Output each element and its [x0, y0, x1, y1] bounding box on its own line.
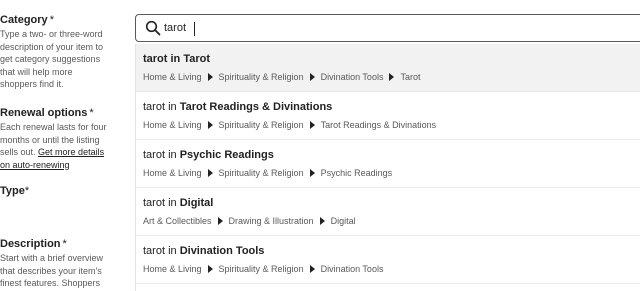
required-mark: * [62, 238, 67, 250]
required-mark: * [49, 14, 54, 26]
caret-right-icon [207, 169, 213, 177]
suggestion-prefix: tarot in [143, 53, 184, 65]
category-search-input[interactable] [164, 18, 624, 38]
renewal-help: Each renewal lasts for four months or un… [0, 121, 112, 171]
description-field-info: Description * Start with a brief overview… [0, 237, 112, 290]
path-segment: Spirituality & Religion [218, 72, 304, 82]
path-segment: Art & Collectibles [143, 216, 212, 226]
path-segment: Home & Living [143, 264, 202, 274]
path-segment: Spirituality & Religion [218, 264, 304, 274]
suggestion-item[interactable]: tarot in Tarot Readings & Divinations Ho… [136, 92, 640, 140]
path-segment: Tarot Readings & Divinations [320, 120, 437, 130]
suggestion-item[interactable]: tarot in Divination Tools Home & Living … [136, 236, 640, 284]
category-title: Category * [0, 13, 112, 27]
suggestion-prefix: tarot in [143, 101, 180, 113]
type-field-info: Type* [0, 184, 112, 198]
path-segment: Divination Tools [320, 72, 384, 82]
category-suggestions-list: tarot in Tarot Home & Living Spiritualit… [135, 44, 640, 291]
suggestion-item[interactable]: tarot in Digital Art & Collectibles Draw… [136, 188, 640, 236]
suggestion-category: Tarot Readings & Divinations [179, 101, 333, 113]
caret-right-icon [207, 121, 213, 129]
suggestion-category: Digital [179, 197, 214, 209]
required-mark: * [24, 185, 30, 197]
listing-form-page: Category * Type a two- or three-word desc… [0, 0, 640, 291]
path-segment: Digital [330, 216, 356, 226]
suggestion-item[interactable]: tarot in Psychic Readings Home & Living … [136, 140, 640, 188]
path-segment: Drawing & Illustration [228, 216, 314, 226]
caret-right-icon [309, 73, 315, 81]
suggestion-category: Divination Tools [179, 245, 265, 257]
text-caret [194, 22, 195, 36]
suggestion-category: Psychic Readings [179, 149, 274, 161]
suggestion-title: tarot in Tarot Readings & Divinations [143, 101, 332, 113]
caret-right-icon [309, 265, 315, 273]
suggestion-prefix: tarot in [143, 197, 180, 209]
suggestion-title: tarot in Divination Tools [143, 245, 264, 257]
path-segment: Home & Living [143, 72, 202, 82]
path-segment: Spirituality & Religion [218, 120, 304, 130]
suggestion-title: tarot in Digital [143, 197, 213, 209]
path-segment: Spirituality & Religion [218, 168, 304, 178]
caret-right-icon [207, 265, 213, 273]
caret-right-icon [389, 73, 395, 81]
suggestion-path: Home & Living Spirituality & Religion Di… [143, 264, 383, 274]
suggestion-path: Home & Living Spirituality & Religion Ps… [143, 168, 392, 178]
category-title-text: Category [0, 14, 48, 26]
suggestion-path: Art & Collectibles Drawing & Illustratio… [143, 216, 356, 226]
caret-right-icon [207, 73, 213, 81]
path-segment: Divination Tools [320, 264, 384, 274]
type-title-text: Type [0, 185, 25, 197]
required-mark: * [89, 107, 94, 119]
suggestion-item[interactable]: tarot in Tarot Home & Living Spiritualit… [136, 44, 640, 92]
description-title-text: Description [0, 238, 61, 250]
description-title: Description * [0, 237, 112, 251]
type-title: Type* [0, 184, 112, 198]
category-field-info: Category * Type a two- or three-word desc… [0, 13, 112, 91]
suggestion-path: Home & Living Spirituality & Religion Di… [143, 72, 420, 82]
caret-right-icon [319, 217, 325, 225]
caret-right-icon [217, 217, 223, 225]
caret-right-icon [309, 121, 315, 129]
category-search-box[interactable] [135, 14, 640, 42]
suggestion-title: tarot in Psychic Readings [143, 149, 274, 161]
path-segment: Home & Living [143, 168, 202, 178]
field-labels-column: Category * Type a two- or three-word desc… [0, 0, 118, 291]
suggestion-title: tarot in Tarot [143, 53, 210, 65]
renewal-field-info: Renewal options * Each renewal lasts for … [0, 106, 112, 171]
suggestion-path: Home & Living Spirituality & Religion Ta… [143, 120, 436, 130]
suggestion-category: Tarot [183, 53, 211, 65]
caret-right-icon [309, 169, 315, 177]
renewal-title-text: Renewal options [0, 107, 88, 119]
category-help: Type a two- or three-word description of… [0, 29, 104, 89]
renewal-title: Renewal options * [0, 106, 112, 120]
path-segment: Home & Living [143, 120, 202, 130]
path-segment: Tarot [400, 72, 421, 82]
path-segment: Psychic Readings [320, 168, 393, 178]
suggestion-prefix: tarot in [143, 149, 180, 161]
description-help: Start with a brief overview that describ… [0, 253, 104, 288]
search-icon [145, 20, 161, 36]
suggestion-prefix: tarot in [143, 245, 180, 257]
